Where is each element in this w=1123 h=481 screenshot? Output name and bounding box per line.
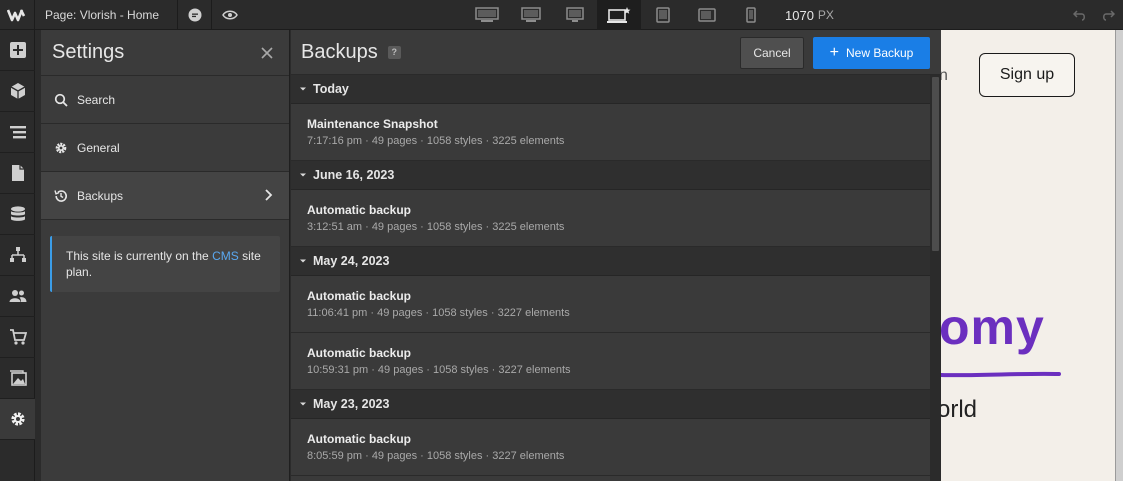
backup-group-date: June 16, 2023 xyxy=(313,168,395,182)
hero-underline-stroke xyxy=(941,371,1061,378)
breakpoint-xxl-icon[interactable] xyxy=(465,0,509,30)
add-icon[interactable] xyxy=(0,30,35,71)
help-icon[interactable]: ? xyxy=(387,45,401,59)
webflow-logo-icon[interactable] xyxy=(0,0,35,30)
settings-title: Settings xyxy=(52,41,125,63)
breakpoint-portrait-icon[interactable] xyxy=(729,0,773,30)
search-icon xyxy=(53,92,69,108)
cancel-button[interactable]: Cancel xyxy=(740,37,804,69)
navigator-icon[interactable] xyxy=(0,112,35,153)
backup-group-header[interactable]: May 24, 2023 xyxy=(291,247,930,276)
breakpoint-large-icon[interactable] xyxy=(553,0,597,30)
design-canvas[interactable]: n Sign up omy orld xyxy=(941,30,1123,481)
backup-list: Today Maintenance Snapshot 7:17:16 pm · … xyxy=(291,75,930,481)
settings-nav-label: General xyxy=(77,140,120,155)
backup-row[interactable]: Automatic backup 3:12:51 am · 49 pages ·… xyxy=(291,190,930,247)
history-icon xyxy=(53,188,69,204)
redo-icon[interactable] xyxy=(1096,0,1120,30)
gear-icon xyxy=(53,140,69,156)
undo-icon[interactable] xyxy=(1068,0,1092,30)
backup-title: Maintenance Snapshot xyxy=(307,117,438,131)
settings-panel: Settings Search General Backups This sit… xyxy=(41,30,290,481)
cms-icon[interactable] xyxy=(0,194,35,235)
canvas-width-value: 1070 xyxy=(785,7,814,23)
new-backup-label: New Backup xyxy=(845,46,914,60)
settings-nav-search[interactable]: Search xyxy=(41,76,289,124)
new-backup-button[interactable]: + New Backup xyxy=(813,37,930,69)
backup-group-header[interactable]: May 23, 2023 xyxy=(291,390,930,419)
settings-gear-icon[interactable] xyxy=(0,399,35,440)
backup-title: Automatic backup xyxy=(307,289,412,303)
backup-row[interactable]: Automatic backup 8:05:59 pm · 49 pages ·… xyxy=(291,419,930,476)
pages-icon[interactable] xyxy=(0,153,35,194)
caret-down-icon xyxy=(299,257,307,265)
users-icon[interactable] xyxy=(0,276,35,317)
breakpoint-tablet-icon[interactable] xyxy=(641,0,685,30)
breakpoint-landscape-icon[interactable] xyxy=(685,0,729,30)
assets-icon[interactable] xyxy=(0,358,35,399)
backups-title: Backups xyxy=(301,40,378,63)
plus-icon: + xyxy=(829,44,839,61)
hero-heading: omy xyxy=(941,299,1045,355)
settings-header: Settings xyxy=(41,30,289,76)
chevron-right-icon xyxy=(265,189,273,201)
plan-notice: This site is currently on the CMS site p… xyxy=(50,236,280,292)
plan-text-before: This site is currently on the xyxy=(66,249,213,263)
canvas-width-readout[interactable]: 1070 PX xyxy=(785,0,834,30)
plan-link[interactable]: CMS xyxy=(212,249,239,263)
backup-group-header[interactable]: June 16, 2023 xyxy=(291,161,930,190)
settings-nav-label: Backups xyxy=(77,188,124,203)
caret-down-icon xyxy=(299,85,307,93)
caret-down-icon xyxy=(299,171,307,179)
backup-group-header[interactable]: Today xyxy=(291,75,930,104)
breakpoint-xl-icon[interactable] xyxy=(509,0,553,30)
preview-eye-icon[interactable] xyxy=(213,0,247,30)
backup-row[interactable]: Maintenance Snapshot 7:17:16 pm · 49 pag… xyxy=(291,104,930,161)
page-selector[interactable]: Page: Vlorish - Home xyxy=(35,0,178,30)
breakpoint-desktop-icon[interactable] xyxy=(597,0,641,30)
settings-nav-backups[interactable]: Backups xyxy=(41,172,289,220)
close-icon[interactable] xyxy=(259,45,275,61)
backup-group-date: Today xyxy=(313,82,349,96)
settings-nav-label: Search xyxy=(77,92,116,107)
backup-group-date: May 23, 2023 xyxy=(313,397,390,411)
top-bar: Page: Vlorish - Home 1070 PX xyxy=(0,0,1123,30)
logic-icon[interactable] xyxy=(0,235,35,276)
ecommerce-icon[interactable] xyxy=(0,317,35,358)
scrollbar-thumb[interactable] xyxy=(932,77,939,251)
settings-nav-general[interactable]: General xyxy=(41,124,289,172)
comments-icon[interactable] xyxy=(178,0,212,30)
backup-group-date: May 24, 2023 xyxy=(313,254,390,268)
backup-meta: 7:17:16 pm · 49 pages · 1058 styles · 32… xyxy=(307,135,565,147)
signup-button[interactable]: Sign up xyxy=(979,53,1075,97)
canvas-width-unit: PX xyxy=(817,8,834,22)
backup-list-scrollbar[interactable] xyxy=(930,75,941,481)
backup-title: Automatic backup xyxy=(307,346,412,360)
backup-title: Automatic backup xyxy=(307,203,412,217)
backup-row[interactable]: Automatic backup 10:59:31 pm · 49 pages … xyxy=(291,333,930,390)
backups-header: Backups ? Cancel + New Backup xyxy=(291,30,941,75)
caret-down-icon xyxy=(299,400,307,408)
hero-subheading: orld xyxy=(941,396,978,423)
box-icon[interactable] xyxy=(0,71,35,112)
backup-meta: 3:12:51 am · 49 pages · 1058 styles · 32… xyxy=(307,221,565,233)
left-toolbar xyxy=(0,30,35,481)
backup-row[interactable]: Automatic backup 11:06:41 pm · 49 pages … xyxy=(291,276,930,333)
canvas-resize-edge[interactable] xyxy=(1115,30,1123,481)
backup-title: Automatic backup xyxy=(307,432,412,446)
backup-meta: 10:59:31 pm · 49 pages · 1058 styles · 3… xyxy=(307,364,571,376)
backup-meta: 11:06:41 pm · 49 pages · 1058 styles · 3… xyxy=(307,307,570,319)
canvas-nav-link: n xyxy=(941,67,948,84)
backup-meta: 8:05:59 pm · 49 pages · 1058 styles · 32… xyxy=(307,450,565,462)
backups-panel: Backups ? Cancel + New Backup Today Main… xyxy=(291,30,941,481)
